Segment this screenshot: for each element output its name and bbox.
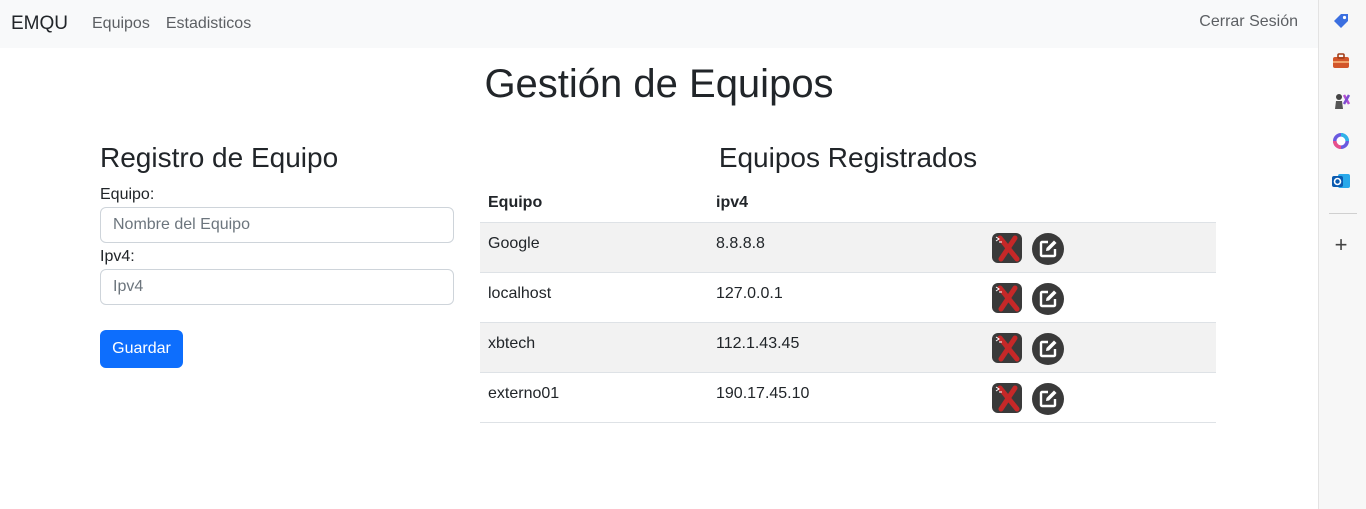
ipv4-input[interactable] [100,269,454,305]
equipos-table: Equipo ipv4 Google 8.8.8.8 localhost 127… [480,184,1216,423]
briefcase-icon[interactable] [1331,51,1351,71]
equipo-input[interactable] [100,207,454,243]
tag-icon[interactable] [1331,11,1351,31]
table-title: Equipos Registrados [718,142,978,173]
table-header-row: Equipo ipv4 [480,184,1216,223]
cell-equipo: localhost [480,272,708,323]
navbar: EMQU Equipos Estadisticos Cerrar Sesión [0,0,1318,48]
cell-actions [983,272,1216,323]
terminal-x-icon[interactable] [991,382,1023,414]
cell-actions [983,322,1216,373]
cell-ipv4: 112.1.43.45 [708,322,983,373]
header-actions [983,184,1216,223]
edit-icon[interactable] [1031,282,1065,316]
terminal-x-icon[interactable] [991,232,1023,264]
nav-link-estadisticos[interactable]: Estadisticos [166,15,251,33]
page-title: Gestión de Equipos [484,62,834,106]
chess-icon[interactable] [1331,91,1351,111]
form-title: Registro de Equipo [100,142,339,173]
cell-ipv4: 8.8.8.8 [708,222,983,273]
add-icon[interactable]: + [1331,234,1351,256]
table-row: localhost 127.0.0.1 [480,272,1216,323]
table-row: xbtech 112.1.43.45 [480,322,1216,373]
cell-equipo: Google [480,222,708,273]
cell-actions [983,372,1216,423]
browser-side-panel: + [1318,0,1366,509]
edit-icon[interactable] [1031,382,1065,416]
table-row: externo01 190.17.45.10 [480,372,1216,423]
logout-link[interactable]: Cerrar Sesión [1199,13,1298,31]
cell-actions [983,222,1216,273]
brand[interactable]: EMQU [11,13,68,35]
cell-equipo: externo01 [480,372,708,423]
cell-equipo: xbtech [480,322,708,373]
cell-ipv4: 127.0.0.1 [708,272,983,323]
nav-link-equipos[interactable]: Equipos [92,15,150,33]
header-equipo: Equipo [480,184,708,223]
edit-icon[interactable] [1031,332,1065,366]
outlook-icon[interactable] [1331,171,1351,191]
side-panel-divider [1329,213,1357,214]
header-ipv4: ipv4 [708,184,983,223]
terminal-x-icon[interactable] [991,332,1023,364]
terminal-x-icon[interactable] [991,282,1023,314]
save-button[interactable]: Guardar [100,330,183,368]
cell-ipv4: 190.17.45.10 [708,372,983,423]
copilot-icon[interactable] [1331,131,1351,151]
edit-icon[interactable] [1031,232,1065,266]
equipo-label: Equipo: [100,186,155,203]
table-row: Google 8.8.8.8 [480,222,1216,273]
ipv4-label: Ipv4: [100,248,135,265]
